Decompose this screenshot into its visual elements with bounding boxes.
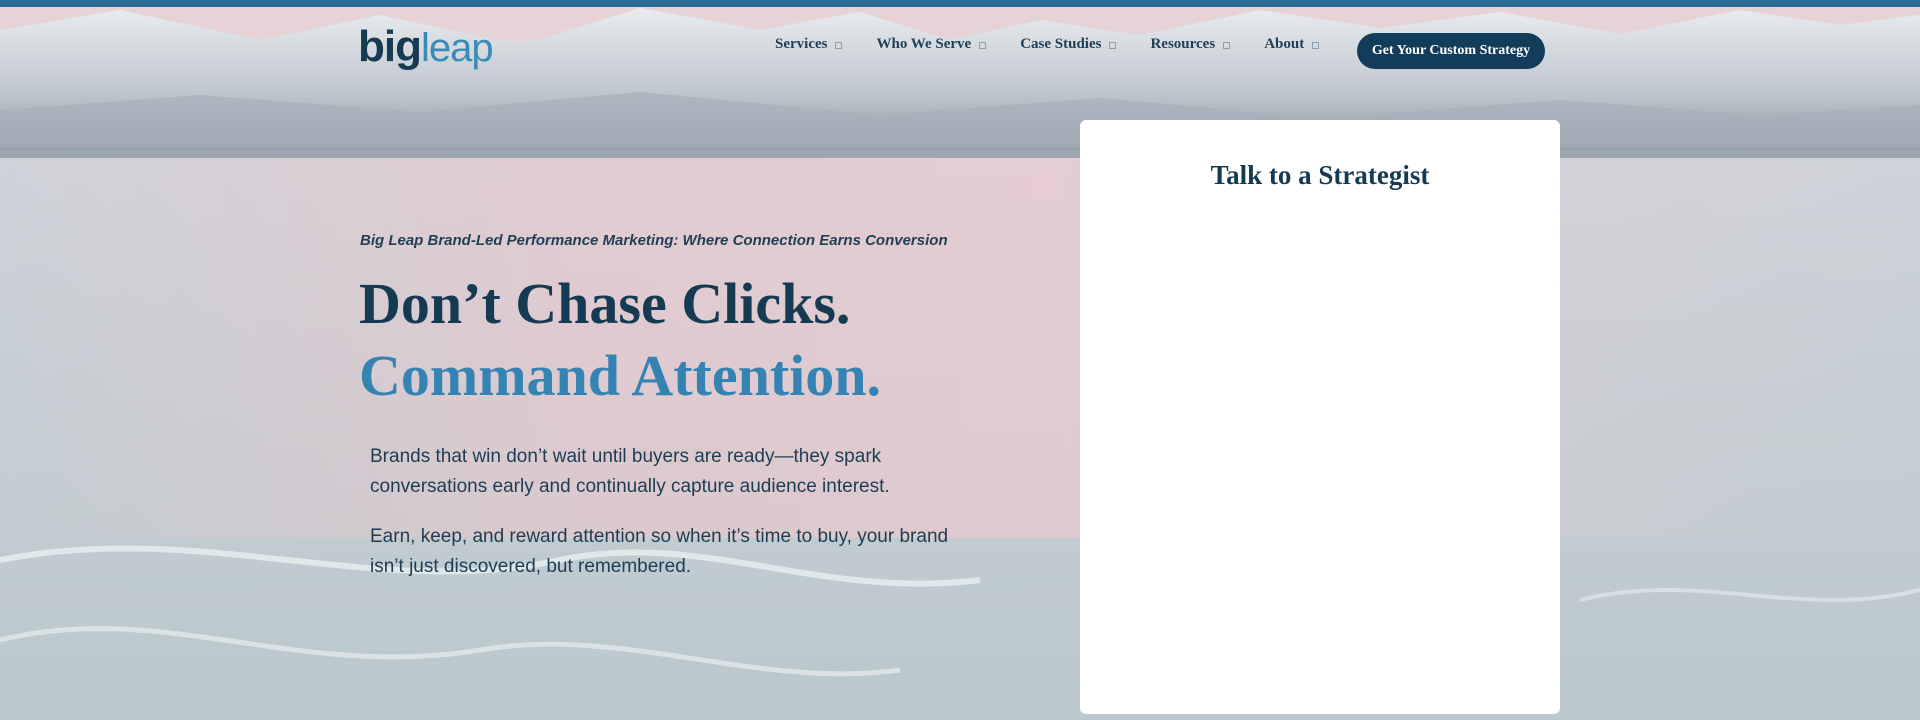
main-navigation: Services Who We Serve Case Studies Resou…	[775, 36, 1353, 53]
hero-headline-line2: Command Attention.	[359, 343, 882, 408]
nav-item-case-studies[interactable]: Case Studies	[1020, 36, 1117, 53]
nav-item-label: Services	[775, 36, 828, 52]
get-custom-strategy-button[interactable]: Get Your Custom Strategy	[1357, 33, 1545, 69]
logo-text-big: big	[358, 22, 422, 71]
logo[interactable]: big leap	[358, 22, 494, 76]
nav-item-resources[interactable]: Resources	[1150, 36, 1231, 53]
top-accent-bar	[0, 0, 1920, 7]
nav-item-label: About	[1264, 36, 1305, 52]
hero-background-image	[0, 0, 1920, 720]
form-card-title: Talk to a Strategist	[1210, 160, 1430, 190]
logo-text-leap: leap	[420, 26, 494, 70]
chevron-down-icon	[1109, 42, 1117, 49]
hero-eyebrow: Big Leap Brand-Led Performance Marketing…	[360, 232, 948, 249]
nav-item-about[interactable]: About	[1264, 36, 1320, 53]
hero-paragraph-2: Earn, keep, and reward attention so when…	[370, 526, 949, 577]
nav-item-label: Who We Serve	[876, 36, 972, 52]
nav-item-label: Case Studies	[1020, 36, 1102, 52]
chevron-down-icon	[1312, 42, 1320, 49]
strategist-form-card: Talk to a Strategist	[1080, 120, 1560, 714]
nav-item-services[interactable]: Services	[775, 36, 843, 53]
chevron-down-icon	[1223, 42, 1231, 49]
nav-item-who-we-serve[interactable]: Who We Serve	[876, 36, 987, 53]
hero-paragraph-1: Brands that win don’t wait until buyers …	[370, 446, 890, 497]
chevron-down-icon	[835, 42, 843, 49]
hero-headline-line1: Don’t Chase Clicks.	[359, 271, 851, 336]
mountain-lake-scene	[0, 0, 1920, 720]
chevron-down-icon	[979, 42, 987, 49]
nav-item-label: Resources	[1150, 36, 1216, 52]
